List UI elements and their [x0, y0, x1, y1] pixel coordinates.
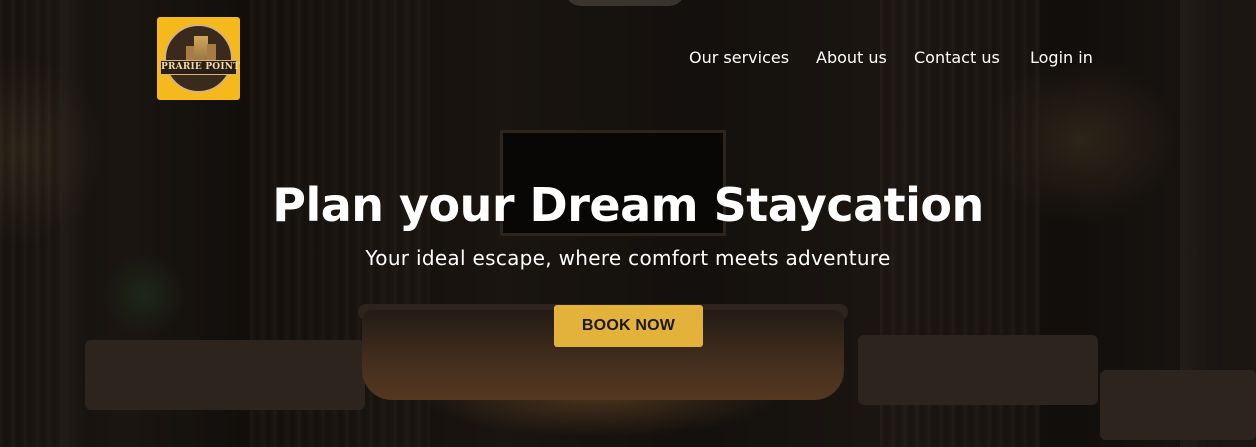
nav-item-login[interactable]: Login in	[1030, 47, 1093, 69]
hero-subtitle: Your ideal escape, where comfort meets a…	[365, 246, 891, 270]
book-now-button[interactable]: BOOK NOW	[554, 305, 703, 347]
nav-item-contact-us[interactable]: Contact us	[914, 47, 1000, 69]
hero-title: Plan your Dream Staycation	[272, 178, 984, 232]
nav-item-our-services[interactable]: Our services	[689, 47, 789, 69]
main-nav: Our services About us Contact us Login i…	[0, 47, 1256, 71]
hero-section: PRARIE POINT Our services About us Conta…	[0, 0, 1256, 447]
nav-item-about-us[interactable]: About us	[816, 47, 887, 69]
